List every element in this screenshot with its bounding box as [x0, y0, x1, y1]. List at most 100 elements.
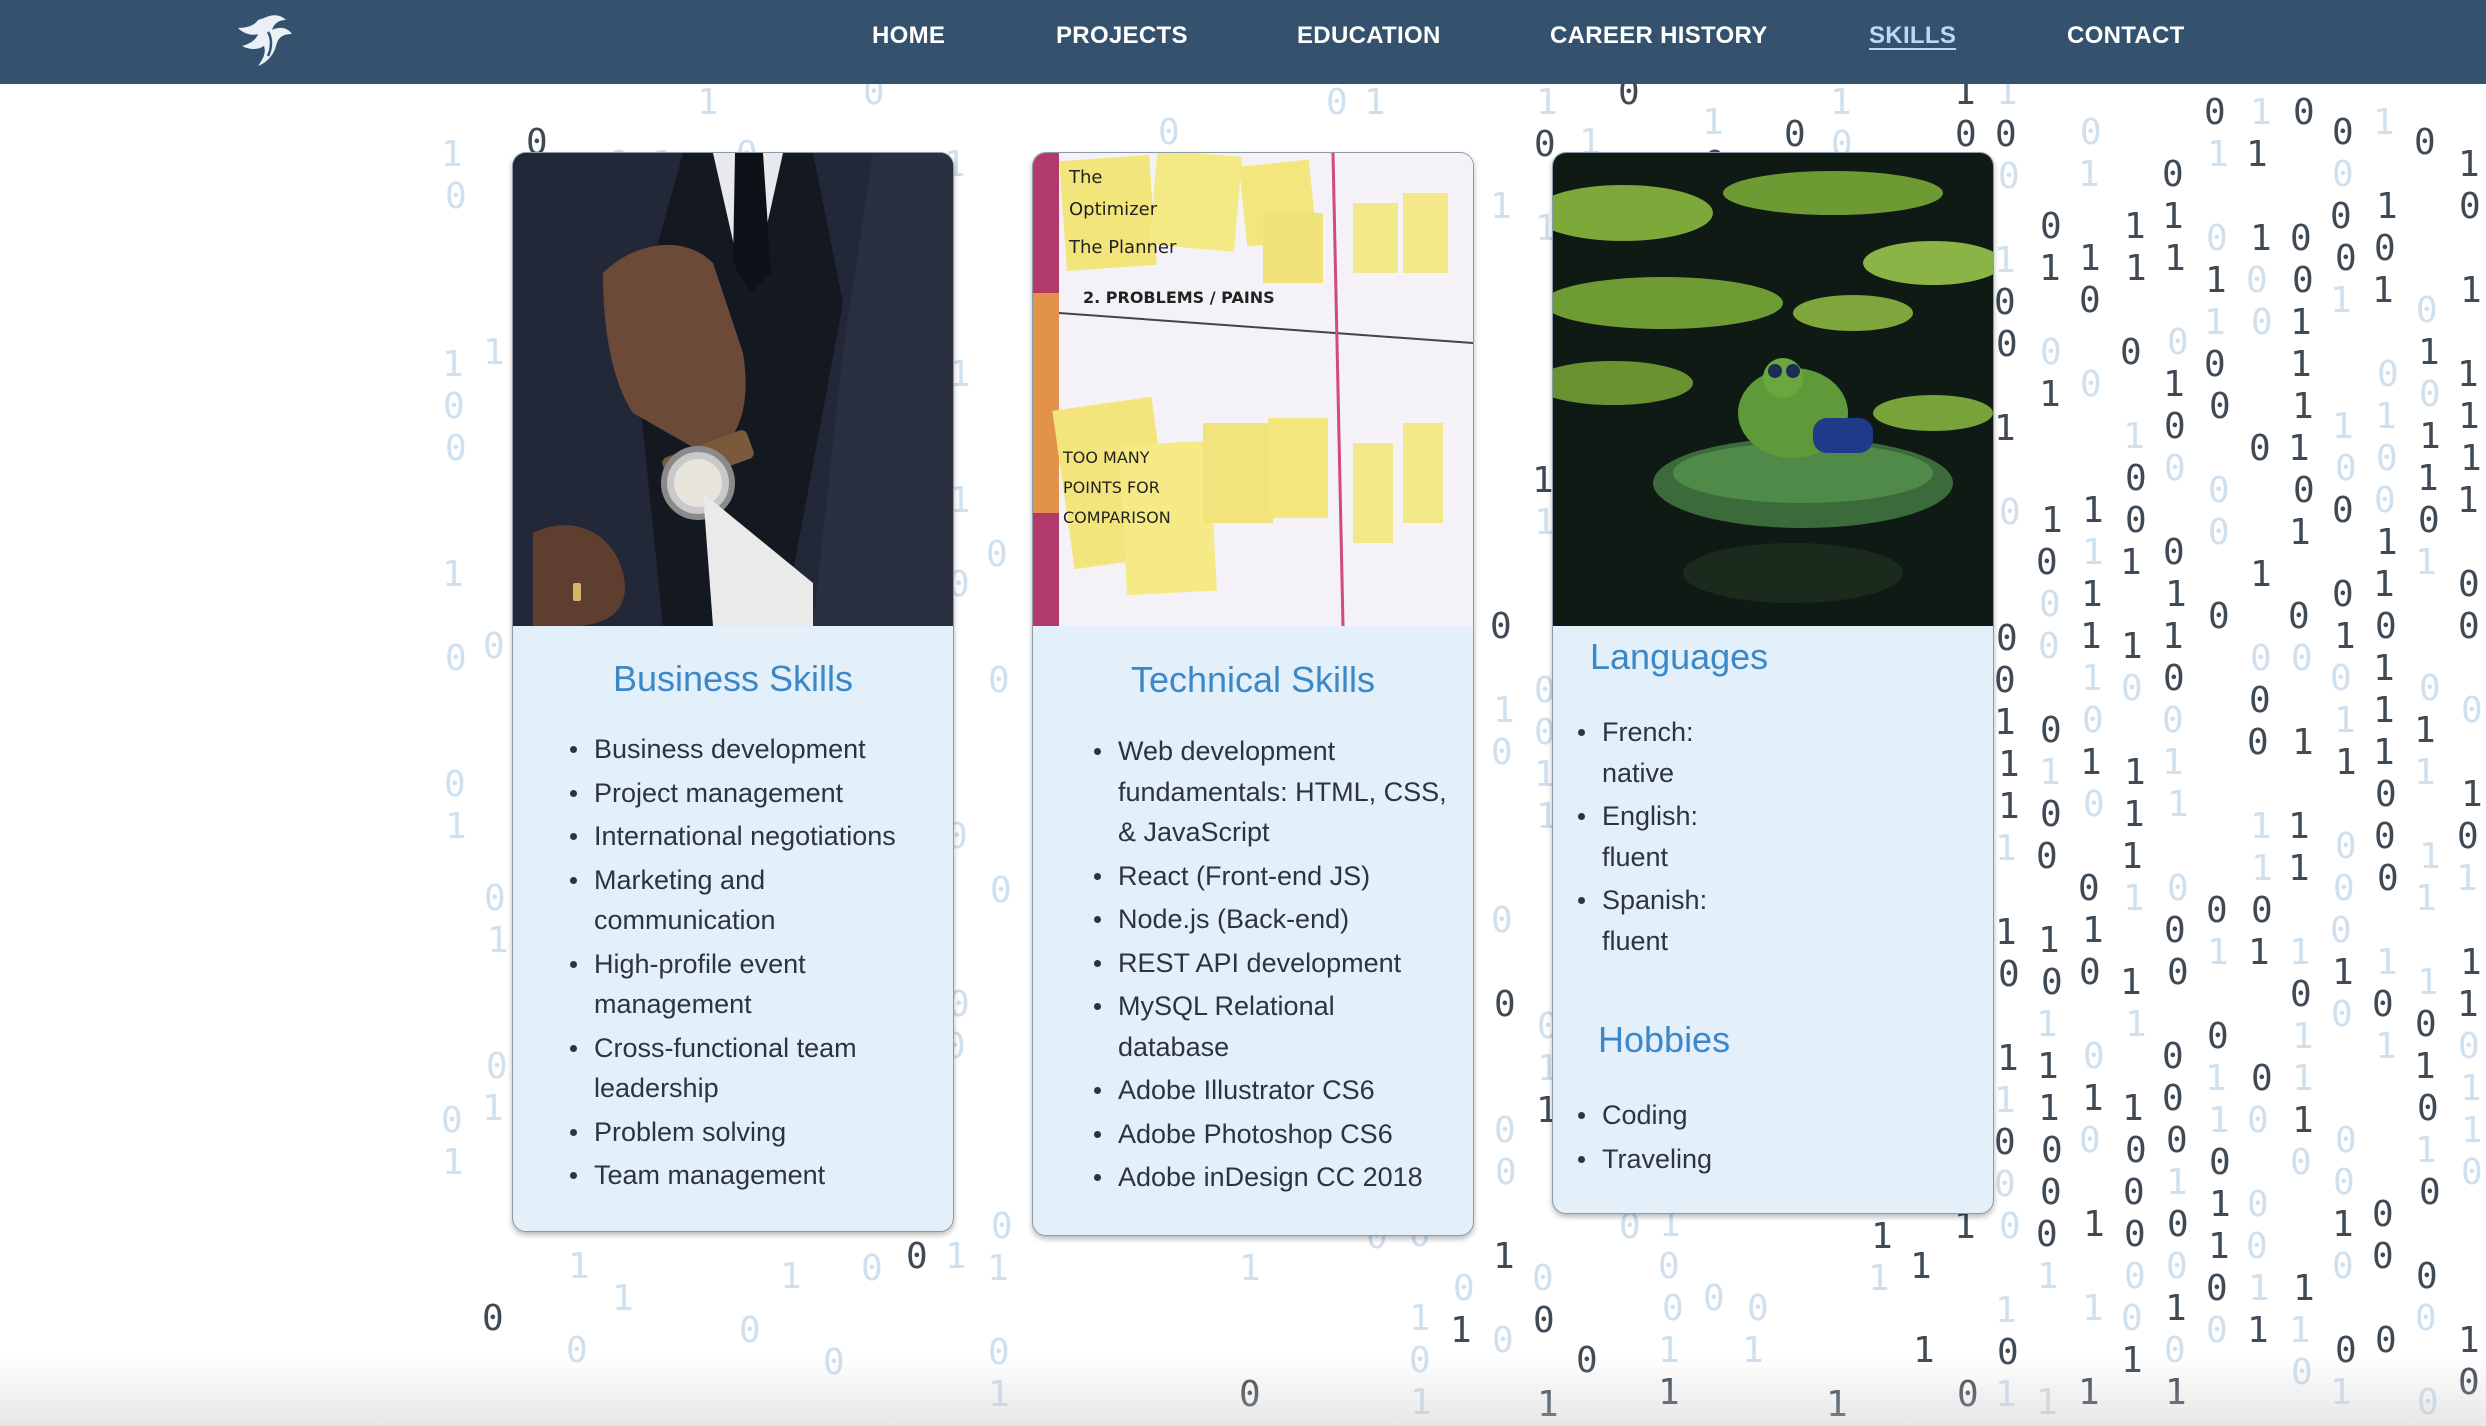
binary-digit: 0 [441, 1100, 463, 1141]
binary-digit: 0 [1490, 606, 1512, 647]
binary-digit: 0 [1999, 1206, 2021, 1247]
binary-digit: 0 [2247, 1184, 2269, 1225]
nav-education-link[interactable]: EDUCATION [1297, 22, 1441, 50]
binary-digit: 1 [2460, 1068, 2482, 1109]
binary-digit: 1 [1954, 84, 1976, 113]
business-skill-item: Project management [570, 773, 924, 814]
binary-digit: 0 [2121, 1298, 2143, 1339]
binary-digit: 0 [2335, 448, 2357, 489]
binary-digit: 0 [2208, 512, 2230, 553]
binary-digit: 1 [2039, 248, 2061, 289]
binary-digit: 0 [2416, 1256, 2438, 1297]
binary-digit: 1 [442, 554, 464, 595]
binary-digit: 0 [2083, 1036, 2105, 1077]
binary-digit: 1 [1994, 702, 2016, 743]
binary-digit: 0 [2335, 826, 2357, 867]
binary-digit: 1 [2125, 248, 2147, 289]
hobby-item: Coding [1578, 1095, 1802, 1136]
binary-digit: 0 [2333, 868, 2355, 909]
binary-digit: 0 [2079, 280, 2101, 321]
binary-digit: 1 [1995, 1290, 2017, 1331]
binary-digit: 0 [1994, 282, 2016, 323]
binary-digit: 0 [445, 638, 467, 679]
binary-digit: 1 [2373, 648, 2395, 689]
binary-digit: 1 [2038, 1088, 2060, 1129]
binary-digit: 0 [2330, 196, 2352, 237]
binary-digit: 0 [1494, 1110, 1516, 1151]
binary-digit: 0 [2040, 1172, 2062, 1213]
binary-digit: 1 [2207, 134, 2229, 175]
business-suit-photo [513, 153, 953, 626]
binary-digit: 1 [2290, 344, 2312, 385]
binary-digit: 1 [2456, 858, 2478, 899]
binary-digit: 1 [2120, 962, 2142, 1003]
hobby-item: Traveling [1578, 1139, 1802, 1180]
binary-digit: 0 [1492, 1320, 1514, 1361]
language-item: Spanish: fluent [1578, 880, 1722, 961]
binary-digit: 0 [2078, 868, 2100, 909]
binary-digit: 0 [2374, 480, 2396, 521]
binary-digit: 1 [442, 344, 464, 385]
nav-projects-link[interactable]: PROJECTS [1056, 22, 1188, 50]
binary-digit: 0 [2372, 984, 2394, 1025]
binary-digit: 1 [2082, 1288, 2104, 1329]
binary-digit: 0 [2167, 952, 2189, 993]
business-skills-title-wrap: Business Skills [513, 658, 953, 700]
binary-digit: 0 [1453, 1268, 1475, 1309]
binary-digit: 1 [2078, 154, 2100, 195]
binary-digit: 1 [2248, 1268, 2270, 1309]
binary-digit: 1 [2205, 260, 2227, 301]
binary-digit: 1 [1239, 1248, 1261, 1289]
whiteboard-sticky-notes-photo: The Optimizer The Planner 2. PROBLEMS / … [1033, 153, 1473, 626]
technical-skill-item: Adobe Illustrator CS6 [1094, 1070, 1453, 1111]
binary-digit: 1 [2167, 784, 2189, 825]
binary-digit: 0 [2125, 500, 2147, 541]
binary-digit: 1 [2039, 752, 2061, 793]
binary-digit: 1 [2125, 1004, 2147, 1045]
binary-digit: 0 [1994, 1164, 2016, 1205]
business-skill-item: International negotiations [570, 816, 924, 857]
nav-home-link[interactable]: HOME [872, 22, 945, 50]
binary-digit: 0 [2251, 1058, 2273, 1099]
binary-digit: 0 [1784, 114, 1806, 155]
binary-digit: 0 [2036, 1214, 2058, 1255]
binary-digit: 0 [445, 176, 467, 217]
binary-digit: 0 [1495, 1152, 1517, 1193]
nav-skills-link[interactable]: SKILLS [1869, 22, 1956, 50]
binary-digit: 0 [2163, 532, 2185, 573]
binary-digit: 1 [1409, 1298, 1431, 1339]
binary-digit: 0 [2204, 344, 2226, 385]
binary-digit: 1 [482, 1088, 504, 1129]
binary-digit: 0 [1703, 1278, 1725, 1319]
binary-digit: 0 [2125, 1130, 2147, 1171]
binary-digit: 0 [2123, 1172, 2145, 1213]
binary-digit: 0 [2415, 1298, 2437, 1339]
technical-skill-item: Adobe inDesign CC 2018 [1094, 1157, 1453, 1198]
binary-digit: 0 [2375, 1320, 2397, 1361]
binary-digit: 0 [2120, 332, 2142, 373]
binary-digit: 0 [443, 386, 465, 427]
binary-digit: 0 [2374, 816, 2396, 857]
binary-digit: 0 [2166, 1246, 2188, 1287]
binary-digit: 1 [2415, 1130, 2437, 1171]
binary-digit: 0 [2247, 1100, 2269, 1141]
binary-digit: 0 [445, 428, 467, 469]
binary-digit: 1 [2330, 280, 2352, 321]
binary-digit: 0 [2335, 1120, 2357, 1161]
binary-digit: 0 [482, 1298, 504, 1339]
binary-digit: 1 [780, 1256, 802, 1297]
binary-digit: 1 [2250, 92, 2272, 133]
binary-digit: 0 [2041, 962, 2063, 1003]
binary-digit: 1 [2082, 490, 2104, 531]
binary-digit: 1 [2292, 386, 2314, 427]
binary-digit: 1 [2373, 102, 2395, 143]
nav-contact-link[interactable]: CONTACT [2067, 22, 2185, 50]
binary-digit: 1 [1702, 102, 1724, 143]
technical-skill-item: React (Front-end JS) [1094, 856, 1453, 897]
binary-digit: 0 [2419, 374, 2441, 415]
binary-digit: 1 [1998, 744, 2020, 785]
nav-career-history-link[interactable]: CAREER HISTORY [1550, 22, 1768, 50]
binary-digit: 1 [2080, 742, 2102, 783]
binary-digit: 0 [1326, 84, 1348, 123]
binary-digit: 0 [2164, 406, 2186, 447]
